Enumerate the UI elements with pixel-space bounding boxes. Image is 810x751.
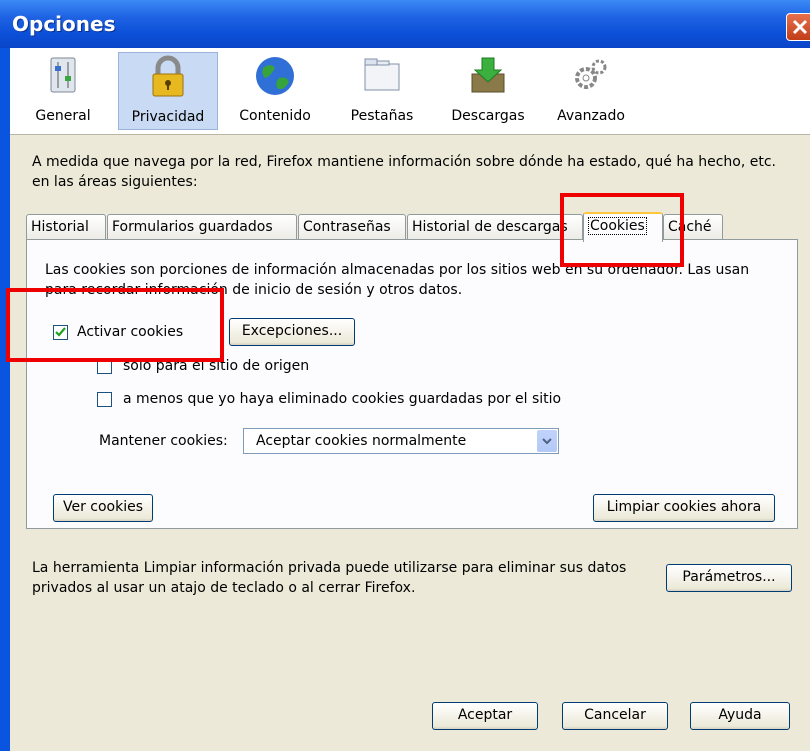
category-label: Privacidad <box>131 109 205 125</box>
parametros-button[interactable]: Parámetros... <box>666 564 792 592</box>
tab-label: Historial de descargas <box>412 219 568 235</box>
ver-cookies-button[interactable]: Ver cookies <box>53 494 153 522</box>
tab-label: Cookies <box>588 217 647 235</box>
aceptar-button[interactable]: Aceptar <box>432 702 538 730</box>
tab-formularios[interactable]: Formularios guardados <box>107 214 297 240</box>
download-box-icon <box>471 57 505 93</box>
tab-historial-descargas[interactable]: Historial de descargas <box>407 214 583 240</box>
category-contenido[interactable]: Contenido <box>224 52 326 130</box>
category-pestanas[interactable]: Pestañas <box>332 52 432 130</box>
cookies-intro: Las cookies son porciones de información… <box>45 262 750 298</box>
dialog-client-area: General Privacidad Contenido Pestañas De… <box>10 48 810 751</box>
close-button[interactable] <box>786 13 810 41</box>
category-descargas[interactable]: Descargas <box>438 52 538 130</box>
privacy-description: A medida que navega por la red, Firefox … <box>32 154 777 190</box>
a-menos-checkbox[interactable] <box>97 392 112 407</box>
close-icon <box>792 19 808 35</box>
tabs-window-icon <box>364 58 400 91</box>
a-menos-label[interactable]: a menos que yo haya eliminado cookies gu… <box>123 391 561 407</box>
category-label: Descargas <box>451 108 525 124</box>
mantener-cookies-select[interactable]: Aceptar cookies normalmente <box>243 428 559 454</box>
gears-icon <box>575 59 607 89</box>
category-privacidad[interactable]: Privacidad <box>118 52 218 130</box>
checkmark-icon <box>55 327 66 337</box>
tab-label: Caché <box>668 219 712 235</box>
ayuda-button[interactable]: Ayuda <box>690 702 790 730</box>
tab-label: Historial <box>31 219 89 235</box>
activar-cookies-label[interactable]: Activar cookies <box>77 324 183 340</box>
limpiar-cookies-button[interactable]: Limpiar cookies ahora <box>593 494 775 522</box>
globe-icon <box>256 57 294 95</box>
cancelar-button[interactable]: Cancelar <box>562 702 668 730</box>
excepciones-button[interactable]: Excepciones... <box>229 318 355 346</box>
category-general[interactable]: General <box>16 52 110 130</box>
private-data-info: La herramienta Limpiar información priva… <box>32 560 627 596</box>
mantener-cookies-label: Mantener cookies: <box>99 433 228 449</box>
select-value: Aceptar cookies normalmente <box>256 433 467 449</box>
tab-label: Contraseñas <box>303 219 391 235</box>
options-window: Opciones General Privacidad Contenido Pe… <box>0 0 810 751</box>
padlock-icon <box>152 55 184 97</box>
dropdown-button[interactable] <box>537 430 557 452</box>
tab-cache[interactable]: Caché <box>663 214 723 240</box>
general-sliders-icon <box>50 57 76 93</box>
category-label: Avanzado <box>557 108 625 124</box>
tab-cookies[interactable]: Cookies <box>583 212 663 242</box>
tab-contrasenas[interactable]: Contraseñas <box>298 214 406 240</box>
activar-cookies-checkbox[interactable] <box>53 325 68 340</box>
window-title: Opciones <box>12 12 116 36</box>
title-bar[interactable]: Opciones <box>0 0 810 48</box>
category-label: General <box>35 108 91 124</box>
category-avanzado[interactable]: Avanzado <box>544 52 638 130</box>
solo-origen-checkbox[interactable] <box>97 359 112 374</box>
category-label: Pestañas <box>350 108 414 124</box>
chevron-down-icon <box>542 438 552 445</box>
cookies-panel: Las cookies son porciones de información… <box>26 239 798 529</box>
category-label: Contenido <box>239 108 311 124</box>
solo-origen-label[interactable]: sólo para el sitio de origen <box>123 358 309 374</box>
tab-historial[interactable]: Historial <box>26 214 106 240</box>
category-toolbar: General Privacidad Contenido Pestañas De… <box>10 48 810 135</box>
tab-label: Formularios guardados <box>112 219 273 235</box>
